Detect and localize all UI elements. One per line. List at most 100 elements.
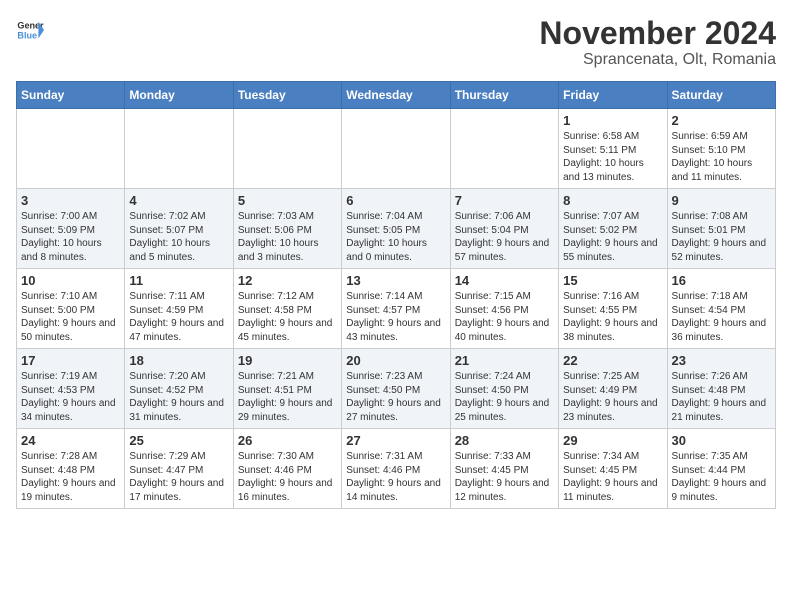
day-number: 7 [455, 193, 554, 208]
calendar-cell: 4 Sunrise: 7:02 AM Sunset: 5:07 PM Daylig… [125, 189, 233, 269]
calendar-cell: 3 Sunrise: 7:00 AM Sunset: 5:09 PM Daylig… [17, 189, 125, 269]
calendar-table: SundayMondayTuesdayWednesdayThursdayFrid… [16, 81, 776, 509]
calendar-cell: 8 Sunrise: 7:07 AM Sunset: 5:02 PM Daylig… [559, 189, 667, 269]
day-number: 15 [563, 273, 662, 288]
calendar-cell: 14 Sunrise: 7:15 AM Sunset: 4:56 PM Dayli… [450, 269, 558, 349]
calendar-title: November 2024 [539, 16, 776, 51]
calendar-cell: 28 Sunrise: 7:33 AM Sunset: 4:45 PM Dayli… [450, 429, 558, 509]
day-number: 17 [21, 353, 120, 368]
day-info: Sunrise: 7:06 AM Sunset: 5:04 PM Dayligh… [455, 210, 554, 264]
calendar-week-4: 17 Sunrise: 7:19 AM Sunset: 4:53 PM Dayli… [17, 349, 776, 429]
day-info: Sunrise: 7:23 AM Sunset: 4:50 PM Dayligh… [346, 370, 445, 424]
day-of-week-sunday: Sunday [17, 82, 125, 109]
day-info: Sunrise: 7:25 AM Sunset: 4:49 PM Dayligh… [563, 370, 662, 424]
svg-text:Blue: Blue [17, 30, 37, 40]
calendar-cell: 7 Sunrise: 7:06 AM Sunset: 5:04 PM Daylig… [450, 189, 558, 269]
day-number: 23 [672, 353, 771, 368]
calendar-cell [125, 109, 233, 189]
calendar-cell: 21 Sunrise: 7:24 AM Sunset: 4:50 PM Dayli… [450, 349, 558, 429]
day-number: 16 [672, 273, 771, 288]
calendar-cell [450, 109, 558, 189]
day-of-week-friday: Friday [559, 82, 667, 109]
calendar-cell: 16Sunrise: 7:18 AM Sunset: 4:54 PM Dayli… [667, 269, 775, 349]
day-info: Sunrise: 7:24 AM Sunset: 4:50 PM Dayligh… [455, 370, 554, 424]
day-info: Sunrise: 7:03 AM Sunset: 5:06 PM Dayligh… [238, 210, 337, 264]
day-number: 9 [672, 193, 771, 208]
day-info: Sunrise: 7:00 AM Sunset: 5:09 PM Dayligh… [21, 210, 120, 264]
day-info: Sunrise: 7:10 AM Sunset: 5:00 PM Dayligh… [21, 290, 120, 344]
day-number: 25 [129, 433, 228, 448]
day-number: 30 [672, 433, 771, 448]
logo-icon: General Blue [16, 16, 44, 44]
calendar-cell: 15 Sunrise: 7:16 AM Sunset: 4:55 PM Dayli… [559, 269, 667, 349]
day-number: 28 [455, 433, 554, 448]
calendar-cell: 9 Sunrise: 7:08 AM Sunset: 5:01 PM Daylig… [667, 189, 775, 269]
calendar-cell: 13Sunrise: 7:14 AM Sunset: 4:57 PM Dayli… [342, 269, 450, 349]
day-info: Sunrise: 7:34 AM Sunset: 4:45 PM Dayligh… [563, 450, 662, 504]
day-number: 3 [21, 193, 120, 208]
day-info: Sunrise: 7:28 AM Sunset: 4:48 PM Dayligh… [21, 450, 120, 504]
logo: General Blue [16, 16, 44, 44]
day-number: 24 [21, 433, 120, 448]
day-info: Sunrise: 7:04 AM Sunset: 5:05 PM Dayligh… [346, 210, 445, 264]
calendar-header-row: SundayMondayTuesdayWednesdayThursdayFrid… [17, 82, 776, 109]
calendar-cell: 19 Sunrise: 7:21 AM Sunset: 4:51 PM Dayli… [233, 349, 341, 429]
day-number: 2 [672, 113, 771, 128]
day-of-week-saturday: Saturday [667, 82, 775, 109]
day-info: Sunrise: 7:35 AM Sunset: 4:44 PM Dayligh… [672, 450, 771, 504]
day-number: 4 [129, 193, 228, 208]
day-number: 1 [563, 113, 662, 128]
calendar-cell: 26 Sunrise: 7:30 AM Sunset: 4:46 PM Dayli… [233, 429, 341, 509]
day-info: Sunrise: 7:33 AM Sunset: 4:45 PM Dayligh… [455, 450, 554, 504]
day-info: Sunrise: 7:08 AM Sunset: 5:01 PM Dayligh… [672, 210, 771, 264]
day-info: Sunrise: 7:21 AM Sunset: 4:51 PM Dayligh… [238, 370, 337, 424]
day-number: 22 [563, 353, 662, 368]
day-info: Sunrise: 7:29 AM Sunset: 4:47 PM Dayligh… [129, 450, 228, 504]
day-number: 19 [238, 353, 337, 368]
day-info: Sunrise: 7:11 AM Sunset: 4:59 PM Dayligh… [129, 290, 228, 344]
calendar-cell: 18Sunrise: 7:20 AM Sunset: 4:52 PM Dayli… [125, 349, 233, 429]
day-number: 12 [238, 273, 337, 288]
day-number: 8 [563, 193, 662, 208]
day-number: 6 [346, 193, 445, 208]
calendar-cell: 5Sunrise: 7:03 AM Sunset: 5:06 PM Daylig… [233, 189, 341, 269]
day-number: 10 [21, 273, 120, 288]
calendar-cell: 25 Sunrise: 7:29 AM Sunset: 4:47 PM Dayli… [125, 429, 233, 509]
day-info: Sunrise: 7:15 AM Sunset: 4:56 PM Dayligh… [455, 290, 554, 344]
day-info: Sunrise: 7:30 AM Sunset: 4:46 PM Dayligh… [238, 450, 337, 504]
calendar-cell: 29Sunrise: 7:34 AM Sunset: 4:45 PM Dayli… [559, 429, 667, 509]
calendar-cell: 12 Sunrise: 7:12 AM Sunset: 4:58 PM Dayli… [233, 269, 341, 349]
calendar-cell [342, 109, 450, 189]
calendar-week-3: 10 Sunrise: 7:10 AM Sunset: 5:00 PM Dayli… [17, 269, 776, 349]
day-info: Sunrise: 7:16 AM Sunset: 4:55 PM Dayligh… [563, 290, 662, 344]
calendar-cell [233, 109, 341, 189]
calendar-week-2: 3 Sunrise: 7:00 AM Sunset: 5:09 PM Daylig… [17, 189, 776, 269]
calendar-week-5: 24 Sunrise: 7:28 AM Sunset: 4:48 PM Dayli… [17, 429, 776, 509]
day-number: 11 [129, 273, 228, 288]
calendar-cell: 17 Sunrise: 7:19 AM Sunset: 4:53 PM Dayli… [17, 349, 125, 429]
day-of-week-tuesday: Tuesday [233, 82, 341, 109]
day-of-week-wednesday: Wednesday [342, 82, 450, 109]
title-area: November 2024 Sprancenata, Olt, Romania [539, 16, 776, 69]
day-number: 21 [455, 353, 554, 368]
header: General Blue November 2024 Sprancenata, … [16, 16, 776, 69]
day-of-week-monday: Monday [125, 82, 233, 109]
day-info: Sunrise: 7:12 AM Sunset: 4:58 PM Dayligh… [238, 290, 337, 344]
day-number: 26 [238, 433, 337, 448]
day-info: Sunrise: 7:02 AM Sunset: 5:07 PM Dayligh… [129, 210, 228, 264]
day-info: Sunrise: 7:07 AM Sunset: 5:02 PM Dayligh… [563, 210, 662, 264]
calendar-subtitle: Sprancenata, Olt, Romania [539, 51, 776, 69]
calendar-week-1: 1 Sunrise: 6:58 AM Sunset: 5:11 PM Daylig… [17, 109, 776, 189]
day-number: 13 [346, 273, 445, 288]
day-info: Sunrise: 6:58 AM Sunset: 5:11 PM Dayligh… [563, 130, 662, 184]
calendar-cell: 10 Sunrise: 7:10 AM Sunset: 5:00 PM Dayli… [17, 269, 125, 349]
calendar-cell: 27Sunrise: 7:31 AM Sunset: 4:46 PM Dayli… [342, 429, 450, 509]
day-info: Sunrise: 7:26 AM Sunset: 4:48 PM Dayligh… [672, 370, 771, 424]
day-number: 14 [455, 273, 554, 288]
calendar-cell: 2Sunrise: 6:59 AM Sunset: 5:10 PM Daylig… [667, 109, 775, 189]
calendar-cell: 20Sunrise: 7:23 AM Sunset: 4:50 PM Dayli… [342, 349, 450, 429]
calendar-cell: 23 Sunrise: 7:26 AM Sunset: 4:48 PM Dayli… [667, 349, 775, 429]
day-of-week-thursday: Thursday [450, 82, 558, 109]
calendar-cell [17, 109, 125, 189]
day-info: Sunrise: 7:19 AM Sunset: 4:53 PM Dayligh… [21, 370, 120, 424]
